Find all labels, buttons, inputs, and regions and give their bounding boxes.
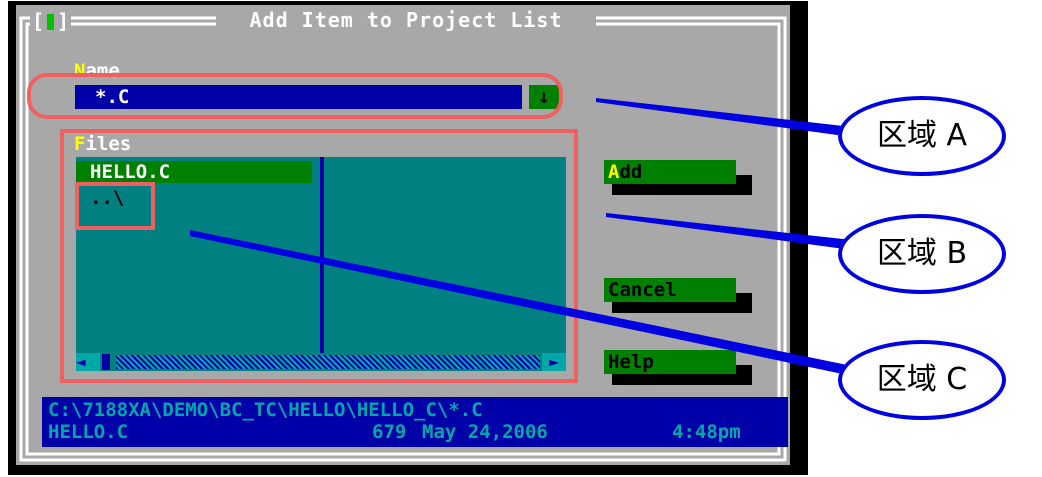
callout-line-b bbox=[606, 213, 852, 250]
callout-line-a bbox=[596, 98, 852, 137]
callout-line-c bbox=[190, 230, 852, 376]
region-a-label: 区域 A bbox=[838, 96, 1006, 176]
region-c-label: 区域 C bbox=[838, 340, 1006, 420]
region-b-label: 区域 B bbox=[838, 214, 1006, 294]
